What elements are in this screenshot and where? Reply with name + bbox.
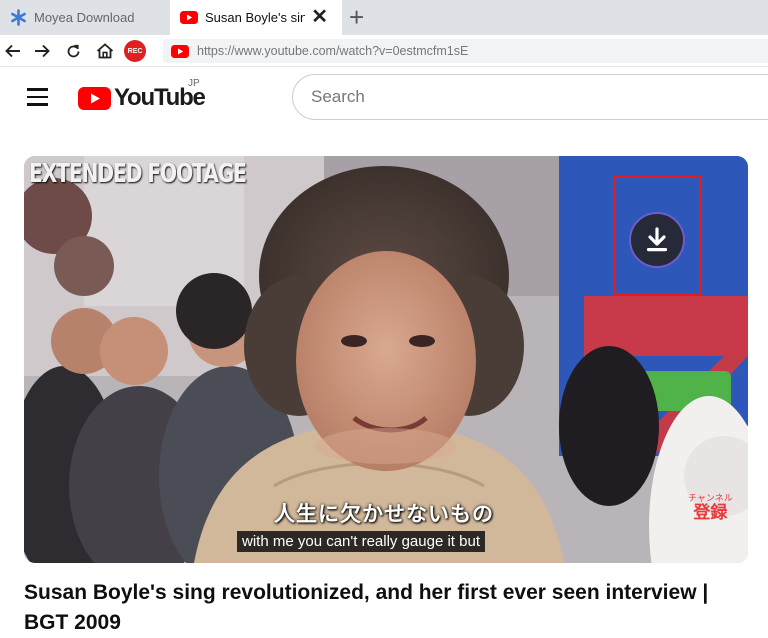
japanese-subtitle: 人生に欠かせないもの	[274, 503, 494, 526]
youtube-favicon	[171, 44, 189, 58]
close-tab-icon[interactable]: ✕	[311, 7, 328, 27]
youtube-favicon	[180, 11, 198, 24]
hamburger-menu-icon[interactable]	[27, 88, 48, 106]
youtube-logo[interactable]: YouTube JP	[78, 78, 206, 112]
region-code: JP	[188, 78, 200, 89]
tab-moyea-downloader[interactable]: Moyea Downloader	[0, 0, 165, 35]
url-text: https://www.youtube.com/watch?v=0estmcfm…	[197, 44, 469, 58]
channel-subscribe-watermark[interactable]: チャンネル 登録	[688, 493, 733, 523]
download-icon	[647, 227, 667, 252]
tab-strip: Moyea Downloader Susan Boyle's sing ✕ +	[0, 0, 768, 35]
home-icon[interactable]	[94, 40, 116, 62]
extended-footage-caption: EXTENDED FOOTAGE	[29, 159, 247, 189]
record-button[interactable]: REC	[124, 40, 146, 62]
navigation-bar: REC https://www.youtube.com/watch?v=0est…	[0, 35, 768, 67]
search-input[interactable]: Search	[292, 74, 768, 120]
video-title: Susan Boyle's sing revolutionized, and h…	[24, 581, 709, 634]
back-arrow-icon[interactable]	[2, 40, 24, 62]
english-subtitle: with me you can't really gauge it but	[237, 531, 485, 552]
youtube-header: YouTube JP Search	[0, 67, 768, 129]
new-tab-button[interactable]: +	[349, 3, 364, 31]
tab-susan-boyle[interactable]: Susan Boyle's sing ✕	[170, 0, 342, 35]
address-bar[interactable]: https://www.youtube.com/watch?v=0estmcfm…	[163, 39, 768, 63]
moyea-asterisk-icon	[11, 9, 26, 26]
download-button[interactable]	[629, 212, 685, 268]
watermark-big-text: 登録	[693, 502, 728, 522]
forward-arrow-icon[interactable]	[31, 40, 53, 62]
youtube-play-icon	[78, 86, 111, 110]
tab-title: Susan Boyle's sing	[205, 10, 305, 25]
video-player[interactable]: EXTENDED FOOTAGE 人生に欠かせないもの with me you …	[24, 156, 748, 563]
tab-title: Moyea Downloader	[34, 10, 134, 25]
reload-icon[interactable]	[62, 40, 84, 62]
search-placeholder: Search	[311, 87, 365, 106]
